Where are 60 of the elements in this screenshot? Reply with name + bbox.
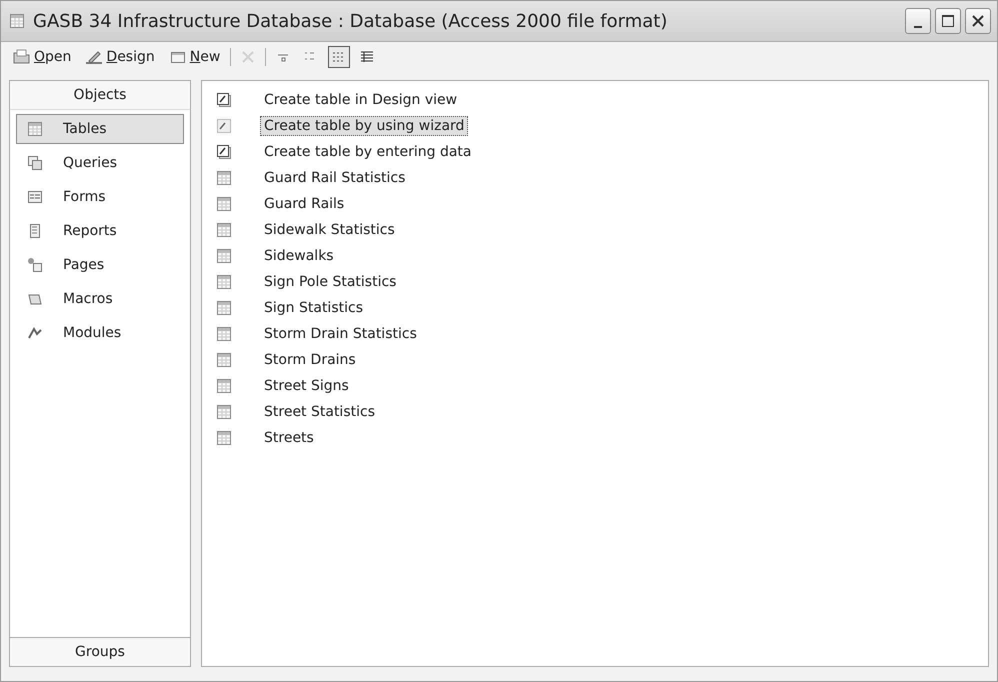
report-icon xyxy=(27,223,43,239)
list-item[interactable]: Storm Drains xyxy=(260,350,360,370)
wizard-shortcut-icon xyxy=(216,118,232,134)
x-icon xyxy=(240,49,256,65)
table-icon xyxy=(216,352,232,368)
sidebar-item[interactable]: Queries xyxy=(16,148,184,178)
groups-button[interactable]: Groups xyxy=(10,637,190,666)
page-icon xyxy=(27,257,43,273)
module-icon xyxy=(27,325,43,341)
list-item[interactable]: Create table in Design view xyxy=(260,90,462,110)
table-icon xyxy=(216,274,232,290)
query-icon xyxy=(27,155,43,171)
list-item[interactable]: Sidewalks xyxy=(260,246,338,266)
list-item[interactable]: Guard Rails xyxy=(260,194,348,214)
list-item[interactable]: Create table by entering data xyxy=(260,142,476,162)
table-icon xyxy=(216,248,232,264)
list-item[interactable]: Sign Pole Statistics xyxy=(260,272,400,292)
details-icon xyxy=(359,49,376,65)
table-icon xyxy=(216,404,232,420)
toolbar-button[interactable]: Design xyxy=(81,46,159,68)
list-item[interactable]: Street Statistics xyxy=(260,402,379,422)
ruler-pencil-icon xyxy=(85,49,104,65)
list-item[interactable]: Sidewalk Statistics xyxy=(260,220,399,240)
close-button[interactable] xyxy=(965,8,991,34)
minimize-button[interactable] xyxy=(905,8,931,34)
table-icon xyxy=(216,326,232,342)
list-item[interactable]: Storm Drain Statistics xyxy=(260,324,421,344)
table-icon xyxy=(216,222,232,238)
minimize-icon xyxy=(914,26,922,28)
list-item[interactable]: Guard Rail Statistics xyxy=(260,168,410,188)
toolbar-button[interactable]: New xyxy=(164,46,224,68)
window-title: GASB 34 Infrastructure Database : Database (Access 2000 file format) xyxy=(33,10,668,32)
table-icon xyxy=(216,378,232,394)
list-item[interactable]: Streets xyxy=(260,428,318,448)
table-icon xyxy=(216,300,232,316)
list-item[interactable]: Street Signs xyxy=(260,376,353,396)
table-icon xyxy=(216,196,232,212)
list-item[interactable]: Sign Statistics xyxy=(260,298,367,318)
table-icon xyxy=(27,121,43,137)
folder-icon xyxy=(13,49,31,65)
new-object-icon xyxy=(168,49,187,65)
sidebar-item[interactable]: Tables xyxy=(16,114,184,144)
sidebar-item[interactable]: Forms xyxy=(16,182,184,212)
maximize-button[interactable] xyxy=(935,8,961,34)
design-shortcut-icon xyxy=(216,92,232,108)
design-shortcut-icon xyxy=(216,144,232,160)
list-view-button[interactable] xyxy=(328,46,350,68)
form-icon xyxy=(27,189,43,205)
sidebar-item[interactable]: Modules xyxy=(16,318,184,348)
sidebar-item[interactable]: Pages xyxy=(16,250,184,280)
table-icon xyxy=(216,170,232,186)
objects-header: Objects xyxy=(10,81,190,110)
table-icon xyxy=(216,430,232,446)
sidebar-item[interactable]: Macros xyxy=(16,284,184,314)
list-item[interactable]: Create table by using wizard xyxy=(260,116,468,136)
toolbar-button[interactable]: Open xyxy=(9,46,76,68)
maximize-icon xyxy=(941,14,955,28)
sidebar-item[interactable]: Reports xyxy=(16,216,184,246)
window-icon xyxy=(9,13,25,29)
close-icon xyxy=(971,14,985,28)
